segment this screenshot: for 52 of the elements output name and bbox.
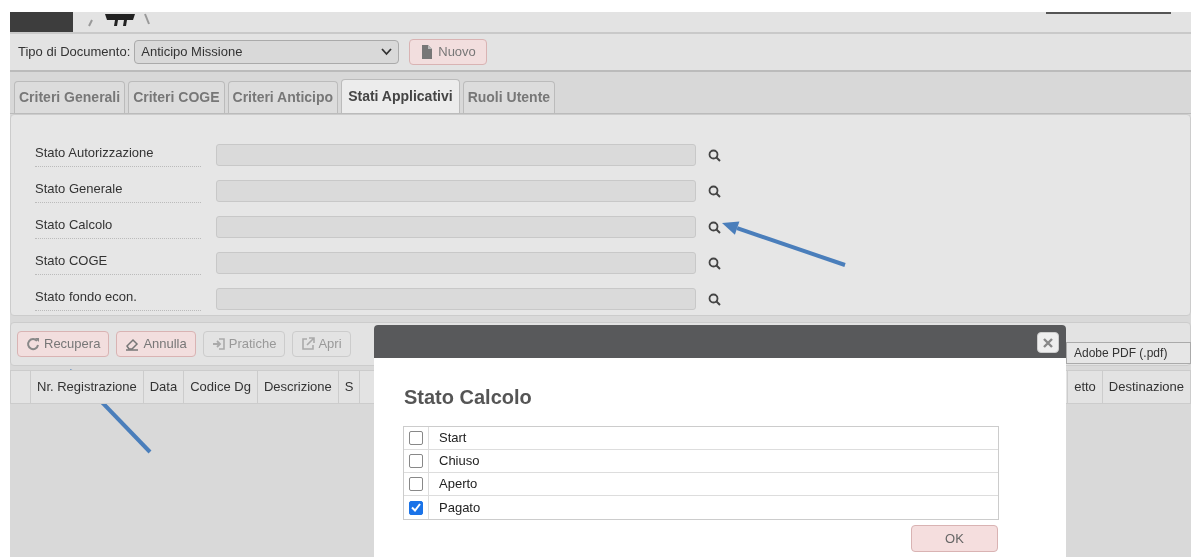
column-header: etto: [1067, 371, 1102, 403]
tab[interactable]: Criteri Anticipo: [227, 81, 339, 113]
file-icon: [420, 45, 435, 59]
search-icon[interactable]: [708, 184, 721, 198]
column-header: Codice Dg: [184, 371, 258, 403]
tab[interactable]: Criteri COGE: [128, 81, 225, 113]
option-label: Aperto: [438, 475, 478, 494]
toolbar-button[interactable]: Annulla: [116, 331, 196, 357]
tab[interactable]: Ruoli Utente: [462, 81, 556, 113]
search-icon[interactable]: [708, 148, 721, 162]
toolbar-button[interactable]: Recupera: [17, 331, 110, 357]
input-field[interactable]: [216, 252, 696, 274]
column-header: Destinazione: [1101, 371, 1190, 403]
checkbox[interactable]: [409, 454, 423, 468]
column-header: Descrizione: [257, 371, 339, 403]
new-button[interactable]: Nuovo: [409, 39, 487, 65]
field-label: Stato fondo econ.: [35, 287, 201, 311]
column-header: Data: [143, 371, 185, 403]
input-field[interactable]: [216, 288, 696, 310]
eraser-icon: [125, 337, 140, 351]
close-button[interactable]: [1037, 332, 1059, 353]
search-icon[interactable]: [708, 256, 721, 270]
ok-button[interactable]: OK: [911, 525, 998, 552]
field-label: Stato Calcolo: [35, 215, 201, 239]
document-type-select[interactable]: Anticipo Missione: [134, 40, 400, 64]
dialog-title: Stato Calcolo: [404, 385, 533, 410]
document-type-label: Tipo di Documento:: [18, 43, 131, 62]
column-header: Nr. Registrazione: [31, 371, 144, 403]
option-label: Start: [438, 429, 467, 448]
format-select[interactable]: Adobe PDF (.pdf): [1066, 342, 1191, 364]
checkbox[interactable]: [409, 500, 423, 515]
refresh-icon: [26, 337, 40, 351]
checkbox[interactable]: [409, 477, 423, 491]
option-label: Pagato: [438, 498, 481, 517]
tab[interactable]: Criteri Generali: [14, 81, 126, 113]
header-block: [10, 12, 73, 32]
option-label: Chiuso: [438, 452, 480, 471]
input-field[interactable]: [216, 216, 696, 238]
external-link-icon: [301, 337, 316, 351]
close-icon: [1043, 337, 1053, 348]
tab[interactable]: Stati Applicativi: [341, 79, 460, 113]
search-icon[interactable]: [708, 292, 721, 306]
field-label: Stato Generale: [35, 179, 201, 203]
sign-in-icon: [211, 337, 226, 351]
input-field[interactable]: [216, 144, 696, 166]
input-field[interactable]: [216, 180, 696, 202]
column-header: S: [338, 371, 361, 403]
field-label: Stato Autorizzazione: [35, 143, 201, 167]
search-icon[interactable]: [708, 220, 721, 234]
field-label: Stato COGE: [35, 251, 201, 275]
chevron-down-icon: [381, 48, 393, 56]
checkbox[interactable]: [409, 431, 423, 445]
